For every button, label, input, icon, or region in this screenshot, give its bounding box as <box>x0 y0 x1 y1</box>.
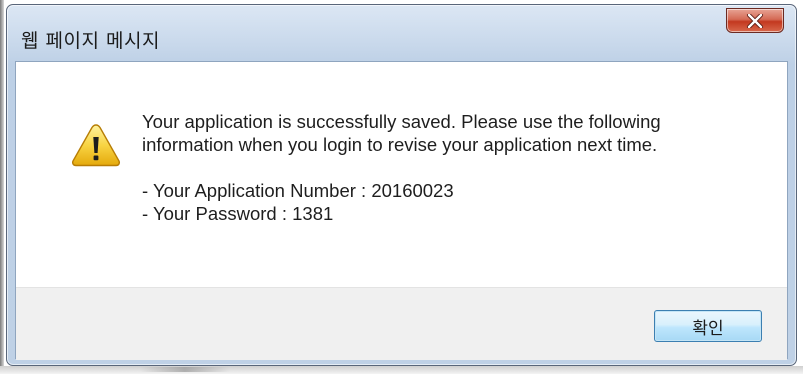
ok-button[interactable]: 확인 <box>654 310 762 342</box>
warning-icon <box>71 124 121 167</box>
password-line: - Your Password : 1381 <box>142 203 334 224</box>
background-page-bottom <box>0 366 803 374</box>
dialog-title: 웹 페이지 메시지 <box>21 30 160 52</box>
message-dialog: 웹 페이지 메시지 Your application is successful… <box>6 4 797 366</box>
dialog-titlebar[interactable]: 웹 페이지 메시지 <box>7 5 796 61</box>
message-line-1: Your application is successfully saved. … <box>142 111 661 132</box>
message-text: Your application is successfully saved. … <box>142 110 772 225</box>
background-window-edge <box>0 0 4 374</box>
message-area: Your application is successfully saved. … <box>16 62 787 287</box>
application-number-line: - Your Application Number : 20160023 <box>142 180 454 201</box>
close-icon <box>746 13 764 28</box>
dialog-client-area: Your application is successfully saved. … <box>15 61 788 360</box>
button-bar: 확인 <box>16 287 787 360</box>
close-button[interactable] <box>726 8 784 33</box>
background-shadow <box>140 367 230 372</box>
message-spacer <box>142 156 772 179</box>
message-line-2: information when you login to revise you… <box>142 134 658 155</box>
